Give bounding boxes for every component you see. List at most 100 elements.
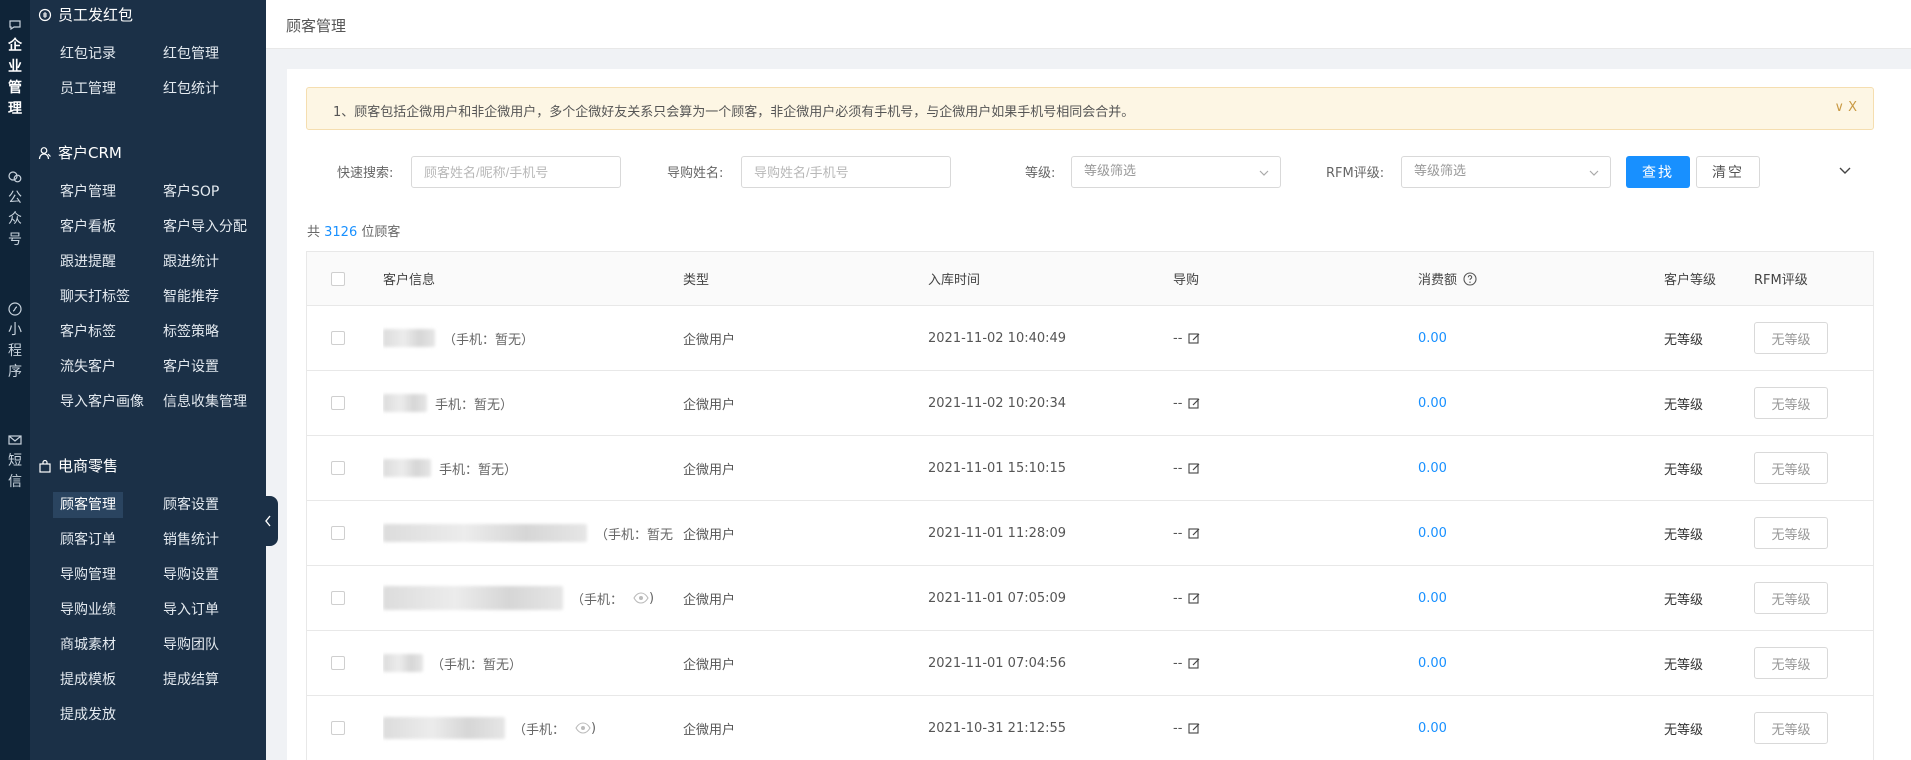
blurred-avatar-name [383,524,587,542]
customer-info: （手机：暂无 [383,501,673,565]
sidebar-item-mall-materials[interactable]: 商城素材 [53,632,123,658]
sidebar-item-chat-tagging[interactable]: 聊天打标签 [53,284,137,310]
sidebar-item-commission-settlement[interactable]: 提成结算 [156,667,226,693]
sidebar-item-shopper-settings[interactable]: 顾客设置 [156,492,226,518]
customer-guide: -- [1173,436,1201,500]
rail-item-sms[interactable]: 短信 [0,433,30,493]
rfm-cell: 无等级 [1754,371,1828,435]
red-packet-icon [38,8,52,21]
sidebar-item-shopper-manage[interactable]: 顾客管理 [53,492,123,518]
edit-icon[interactable] [1188,657,1201,670]
sidebar-item-guide-team[interactable]: 导购团队 [156,632,226,658]
customer-type: 企微用户 [683,722,736,738]
blurred-avatar-name [383,459,431,477]
sidebar-item-shopper-orders[interactable]: 顾客订单 [53,527,123,553]
header-customer-info: 客户信息 [383,273,436,288]
sidebar-item-guide-performance[interactable]: 导购业绩 [53,597,123,623]
notice-close-button[interactable]: ∨ X [1834,100,1857,115]
sidebar-item-followup-stats[interactable]: 跟进统计 [156,249,226,275]
edit-icon[interactable] [1188,527,1201,540]
sidebar-item-tag-strategy[interactable]: 标签策略 [156,319,226,345]
rfm-button[interactable]: 无等级 [1754,322,1828,354]
sidebar-item-guide-settings[interactable]: 导购设置 [156,562,226,588]
row-checkbox[interactable] [331,331,345,345]
shop-bag-icon [39,459,51,473]
sidebar-item-sales-stats[interactable]: 销售统计 [156,527,226,553]
sidebar-item-info-collect[interactable]: 信息收集管理 [156,389,254,415]
rfm-cell: 无等级 [1754,501,1828,565]
select-all-checkbox[interactable] [331,271,345,286]
rfm-button[interactable]: 无等级 [1754,582,1828,614]
row-checkbox[interactable] [331,396,345,410]
clear-button[interactable]: 清空 [1696,156,1760,188]
rfm-cell: 无等级 [1754,436,1828,500]
help-icon[interactable] [1463,271,1477,286]
edit-icon[interactable] [1188,462,1201,475]
row-checkbox-cell [331,306,345,370]
table-row: （手机：暂无 企微用户 2021-11-01 11:28:09 -- 0.00 … [307,501,1873,566]
sidebar-item-guide-manage[interactable]: 导购管理 [53,562,123,588]
row-checkbox-cell [331,436,345,500]
rail-item-official-account[interactable]: 公众号 [0,170,30,251]
sidebar-collapse-button[interactable] [258,496,278,546]
sidebar-item-import-orders[interactable]: 导入订单 [156,597,226,623]
table-row: 手机：暂无） 企微用户 2021-11-02 10:20:34 -- 0.00 … [307,371,1873,436]
sidebar-item-red-packet-stats[interactable]: 红包统计 [156,76,226,102]
sidebar-item-red-packet-manage[interactable]: 红包管理 [156,41,226,67]
customer-level: 无等级 [1664,592,1704,608]
customer-guide: -- [1173,371,1201,435]
search-button[interactable]: 查找 [1626,156,1690,188]
customer-info: （手机：暂无） [383,306,673,370]
row-checkbox[interactable] [331,591,345,605]
row-checkbox[interactable] [331,721,345,735]
rfm-button[interactable]: 无等级 [1754,452,1828,484]
rail-label: 小程序 [8,322,22,380]
edit-icon[interactable] [1188,592,1201,605]
chat-bubble-icon [9,20,21,31]
sidebar-item-followup-remind[interactable]: 跟进提醒 [53,249,123,275]
sidebar-item-customer-manage[interactable]: 客户管理 [53,179,123,205]
customer-guide: -- [1173,566,1201,630]
customer-info: （手机：) [383,696,673,760]
select-all-cell [331,252,345,305]
total-count-number: 3126 [324,225,358,240]
row-checkbox[interactable] [331,656,345,670]
rail-item-miniprogram[interactable]: 小程序 [0,302,30,383]
table-row: 手机：暂无） 企微用户 2021-11-01 15:10:15 -- 0.00 … [307,436,1873,501]
edit-icon[interactable] [1188,397,1201,410]
sidebar-item-customer-sop[interactable]: 客户SOP [156,179,226,205]
row-checkbox-cell [331,371,345,435]
quick-search-label: 快速搜索: [337,166,394,181]
header-rfm: RFM评级 [1754,273,1808,288]
rfm-button[interactable]: 无等级 [1754,387,1828,419]
sidebar-item-staff-manage[interactable]: 员工管理 [53,76,123,102]
sidebar-item-customer-import-assign[interactable]: 客户导入分配 [156,214,254,240]
edit-icon[interactable] [1188,332,1201,345]
rail-item-enterprise[interactable]: 企业管理 [0,18,30,120]
mail-icon [8,435,22,445]
rfm-button[interactable]: 无等级 [1754,517,1828,549]
sidebar-item-red-packet-records[interactable]: 红包记录 [53,41,123,67]
rfm-select[interactable]: 等级筛选 [1401,156,1611,188]
sidebar-item-customer-board[interactable]: 客户看板 [53,214,123,240]
eye-icon[interactable] [575,722,591,734]
sidebar-item-lost-customers[interactable]: 流失客户 [53,354,123,380]
sidebar-item-import-portrait[interactable]: 导入客户画像 [53,389,151,415]
sidebar-item-commission-payout[interactable]: 提成发放 [53,702,123,728]
level-select[interactable]: 等级筛选 [1071,156,1281,188]
sidebar-item-customer-tags[interactable]: 客户标签 [53,319,123,345]
sidebar-item-smart-recommend[interactable]: 智能推荐 [156,284,226,310]
expand-filters-icon[interactable] [1838,163,1852,177]
sidebar-item-commission-template[interactable]: 提成模板 [53,667,123,693]
row-checkbox[interactable] [331,526,345,540]
quick-search-input[interactable] [411,156,621,188]
customer-level: 无等级 [1664,657,1704,673]
guide-name-input[interactable] [741,156,951,188]
edit-icon[interactable] [1188,722,1201,735]
eye-icon[interactable] [633,592,649,604]
row-checkbox[interactable] [331,461,345,475]
sidebar-item-customer-settings[interactable]: 客户设置 [156,354,226,380]
rfm-button[interactable]: 无等级 [1754,712,1828,744]
crm-user-icon [38,146,51,159]
rfm-button[interactable]: 无等级 [1754,647,1828,679]
